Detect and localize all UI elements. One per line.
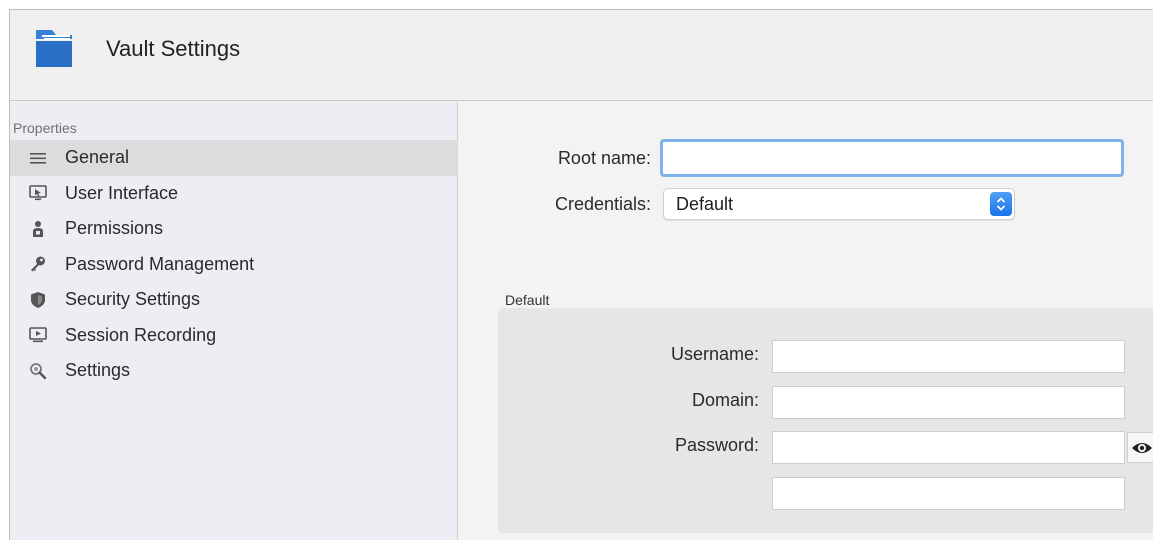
domain-label: Domain: [691, 390, 759, 410]
show-password-button[interactable] [1127, 432, 1153, 463]
sidebar-item-label: Settings [65, 360, 131, 381]
vault-folder-icon [36, 30, 72, 67]
main-panel: Root name: Credentials: Default Default … [459, 102, 1153, 540]
monitor-cursor-icon [27, 182, 49, 204]
username-label: Username: [670, 344, 759, 364]
credentials-select[interactable]: Default [663, 188, 1015, 220]
play-screen-icon [27, 324, 49, 346]
root-name-label: Root name: [557, 148, 651, 168]
root-name-input[interactable] [660, 139, 1124, 177]
sidebar-item-general[interactable]: General [10, 140, 458, 176]
credentials-label: Credentials: [554, 194, 651, 214]
sidebar: Properties General User Interface Permis… [10, 102, 458, 540]
password-label: Password: [674, 435, 759, 455]
sidebar-item-password-management[interactable]: Password Management [10, 247, 458, 283]
domain-field[interactable] [772, 386, 1125, 419]
sidebar-item-label: Permissions [65, 218, 164, 239]
username-field[interactable] [772, 340, 1125, 373]
sidebar-item-session-recording[interactable]: Session Recording [10, 318, 458, 354]
sidebar-item-security-settings[interactable]: Security Settings [10, 282, 458, 318]
window-header: Vault Settings [10, 10, 1153, 101]
sidebar-item-label: Password Management [65, 253, 255, 274]
password-field[interactable] [772, 431, 1125, 464]
magnifier-icon [27, 360, 49, 382]
menu-lines-icon [27, 147, 49, 169]
sidebar-list: General User Interface Permissions Passw… [10, 140, 458, 389]
extra-field[interactable] [772, 477, 1125, 510]
select-stepper[interactable] [990, 192, 1012, 216]
sidebar-item-settings[interactable]: Settings [10, 353, 458, 389]
person-lock-icon [27, 218, 49, 240]
sidebar-item-user-interface[interactable]: User Interface [10, 176, 458, 212]
window-title: Vault Settings [106, 36, 241, 61]
sidebar-item-label: Session Recording [65, 324, 217, 345]
shield-icon [27, 289, 49, 311]
vault-settings-window: Vault Settings Properties General User I… [9, 9, 1153, 540]
default-group-label: Default [505, 292, 550, 308]
sidebar-item-label: Security Settings [65, 289, 201, 310]
eye-icon [1132, 442, 1152, 453]
sidebar-heading: Properties [13, 120, 77, 136]
updown-chevron-icon [996, 197, 1006, 211]
default-credentials-group: Username: Domain: Password: [498, 308, 1153, 533]
key-icon [27, 253, 49, 275]
sidebar-item-label: User Interface [65, 182, 179, 203]
sidebar-item-permissions[interactable]: Permissions [10, 211, 458, 247]
sidebar-item-label: General [65, 147, 130, 168]
credentials-selected-value: Default [676, 194, 734, 214]
